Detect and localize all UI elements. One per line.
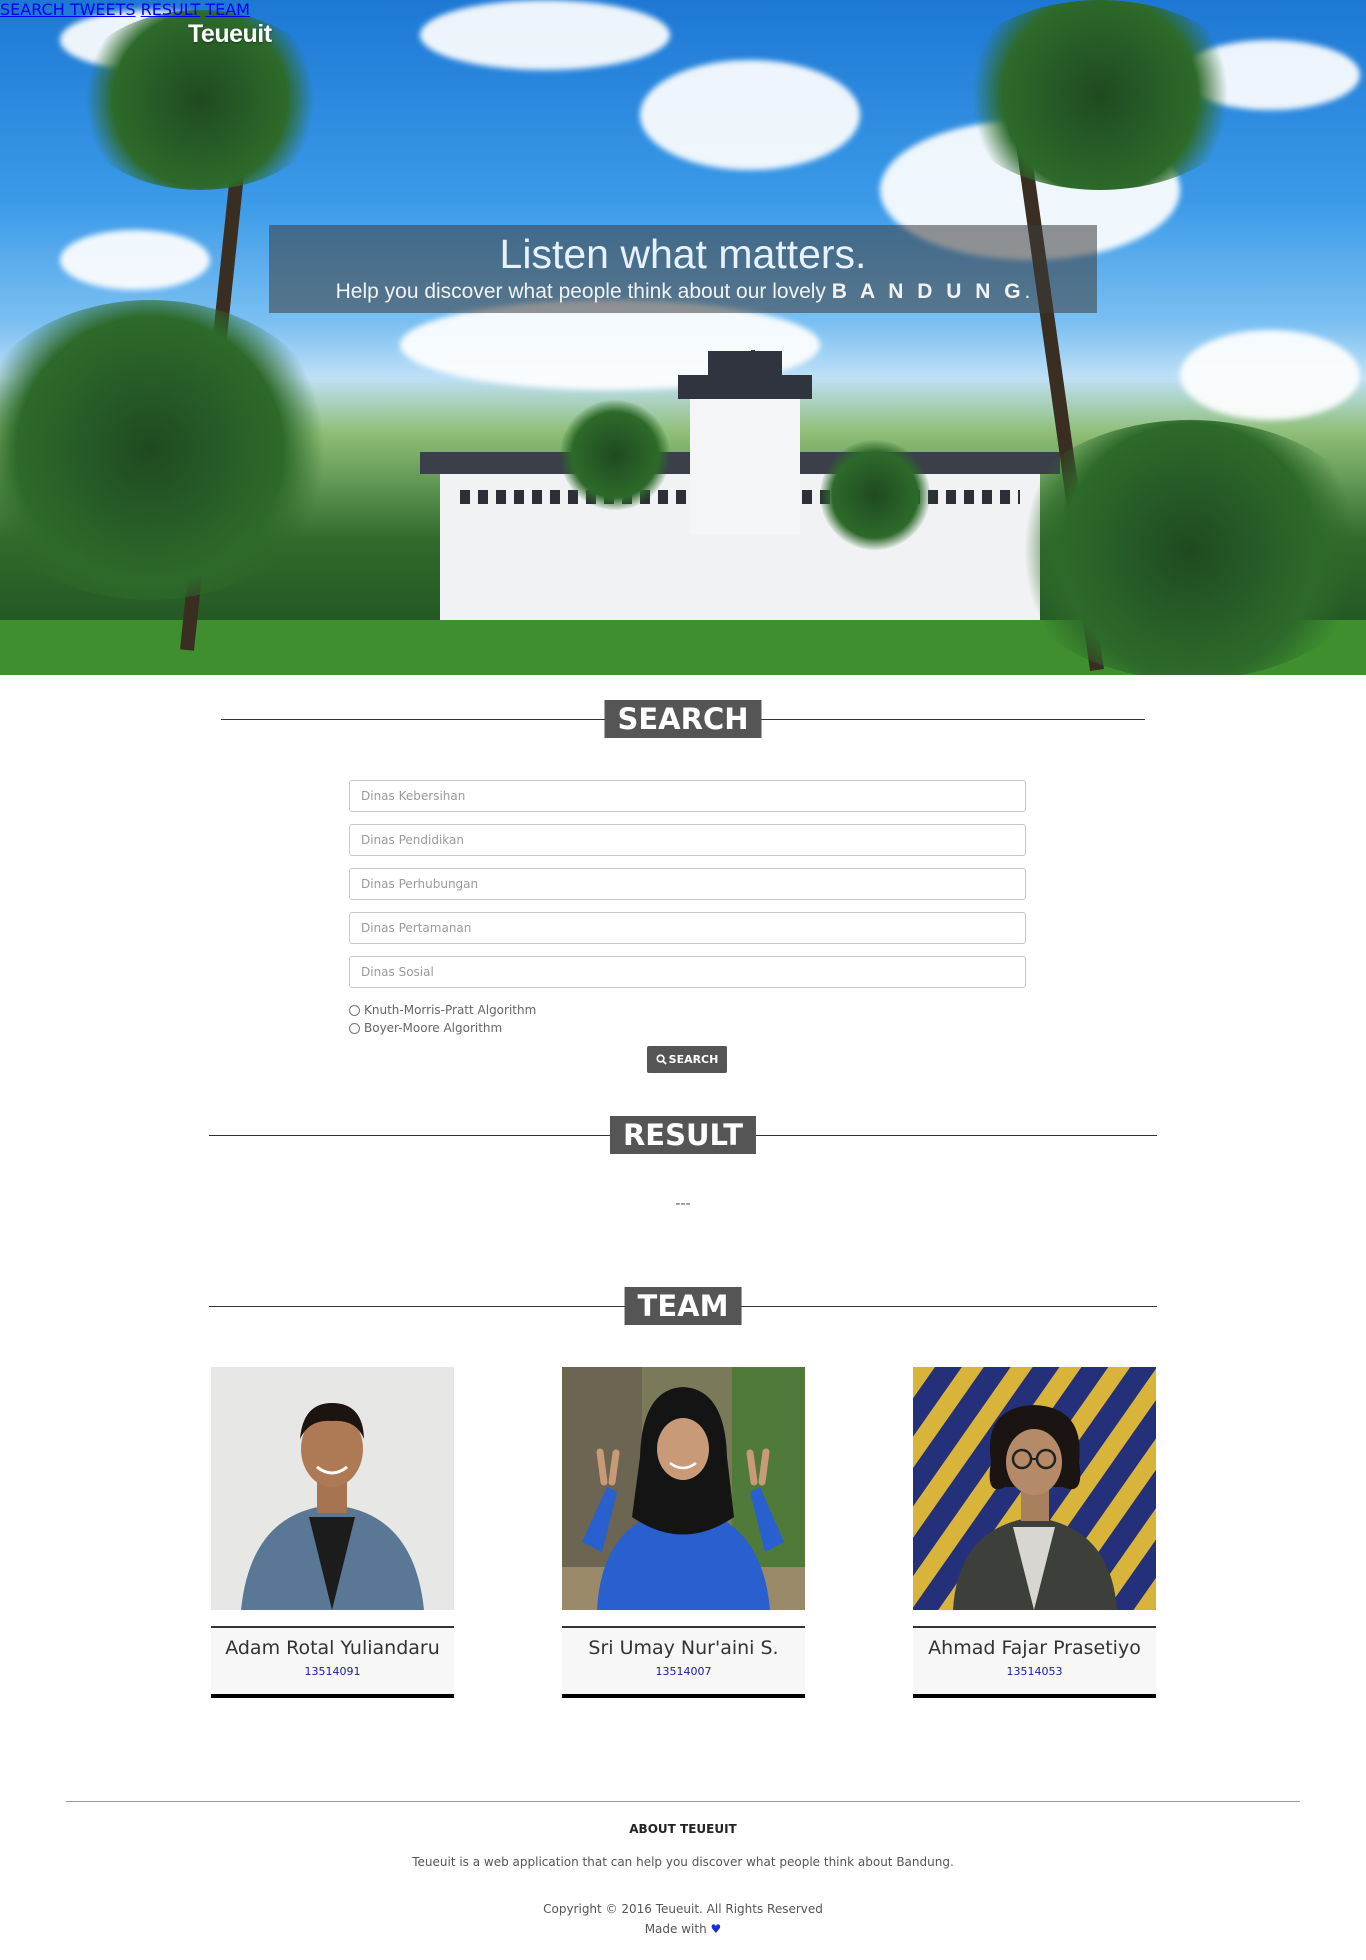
team-heading: TEAM	[624, 1287, 742, 1325]
radio-option-kmp[interactable]: Knuth-Morris-Pratt Algorithm	[349, 1003, 536, 1017]
heart-icon: ♥	[710, 1922, 722, 1936]
member-photo	[913, 1367, 1156, 1610]
search-input-kebersihan[interactable]	[349, 780, 1026, 812]
radio-option-bm[interactable]: Boyer-Moore Algorithm	[349, 1021, 502, 1035]
radio-label-kmp: Knuth-Morris-Pratt Algorithm	[364, 1003, 537, 1017]
footer-title: ABOUT TEUEUIT	[629, 1822, 737, 1836]
building-tower	[678, 351, 812, 535]
tree-foliage	[0, 300, 340, 600]
team-member-card: Adam Rotal Yuliandaru 13514091	[211, 1367, 454, 1698]
search-input-pertamanan[interactable]	[349, 912, 1026, 944]
hero-tagline-box: Listen what matters. Help you discover w…	[269, 225, 1097, 313]
brand-logo[interactable]: Teueuit	[188, 20, 272, 49]
member-name: Sri Umay Nur'aini S.	[588, 1637, 779, 1659]
result-placeholder: ---	[675, 1196, 691, 1212]
member-name: Ahmad Fajar Prasetiyo	[928, 1637, 1141, 1659]
radio-kmp[interactable]	[349, 1004, 360, 1016]
hero-subtitle-emphasis: B A N D U N G	[831, 280, 1025, 303]
team-section-header: TEAM	[209, 1287, 1157, 1327]
search-icon	[656, 1054, 667, 1065]
member-photo	[562, 1367, 805, 1610]
cloud-decoration	[640, 60, 860, 170]
search-input-pendidikan[interactable]	[349, 824, 1026, 856]
building-spire	[751, 350, 755, 390]
nav-link-search-tweets[interactable]: SEARCH TWEETS	[0, 0, 136, 19]
footer-divider	[66, 1801, 1300, 1802]
member-nim: 13514053	[1006, 1665, 1063, 1678]
nav-link-team[interactable]: TEAM	[205, 0, 250, 19]
member-info: Ahmad Fajar Prasetiyo 13514053	[913, 1626, 1156, 1698]
search-section-header: SEARCH	[221, 700, 1145, 740]
search-button-label: SEARCH	[668, 1053, 719, 1066]
hero-subtitle-suffix: .	[1024, 280, 1031, 303]
hero-title: Listen what matters.	[499, 231, 867, 277]
member-photo	[211, 1367, 454, 1610]
footer-description: Teueuit is a web application that can he…	[412, 1855, 954, 1869]
hero-banner: Teueuit SEARCH TWEETS RESULT TEAM Listen…	[0, 0, 1366, 675]
top-navbar: Teueuit SEARCH TWEETS RESULT TEAM	[0, 0, 1366, 60]
member-nim: 13514091	[304, 1665, 361, 1678]
cloud-decoration	[1180, 330, 1360, 420]
result-section-header: RESULT	[209, 1116, 1157, 1156]
nav-link-result[interactable]: RESULT	[141, 0, 201, 19]
member-name: Adam Rotal Yuliandaru	[225, 1637, 440, 1659]
footer-made-with: Made with ♥	[0, 1922, 1366, 1936]
team-member-card: Sri Umay Nur'aini S. 13514007	[562, 1367, 805, 1698]
hero-subtitle-text: Help you discover what people think abou…	[335, 280, 832, 303]
tree-foliage	[1000, 420, 1366, 675]
member-nim: 13514007	[655, 1665, 712, 1678]
radio-bm[interactable]	[349, 1022, 360, 1034]
search-input-perhubungan[interactable]	[349, 868, 1026, 900]
made-with-text: Made with	[644, 1922, 707, 1936]
member-info: Adam Rotal Yuliandaru 13514091	[211, 1626, 454, 1698]
result-heading: RESULT	[609, 1116, 757, 1154]
palm-tree	[560, 400, 670, 510]
member-info: Sri Umay Nur'aini S. 13514007	[562, 1626, 805, 1698]
hero-subtitle: Help you discover what people think abou…	[269, 278, 1097, 306]
cloud-decoration	[60, 230, 210, 290]
footer-copyright: Copyright © 2016 Teueuit. All Rights Res…	[543, 1902, 823, 1916]
team-member-card: Ahmad Fajar Prasetiyo 13514053	[913, 1367, 1156, 1698]
palm-tree	[820, 440, 930, 550]
search-button[interactable]: SEARCH	[647, 1046, 727, 1073]
search-heading: SEARCH	[604, 700, 762, 738]
radio-label-bm: Boyer-Moore Algorithm	[364, 1021, 503, 1035]
search-input-sosial[interactable]	[349, 956, 1026, 988]
